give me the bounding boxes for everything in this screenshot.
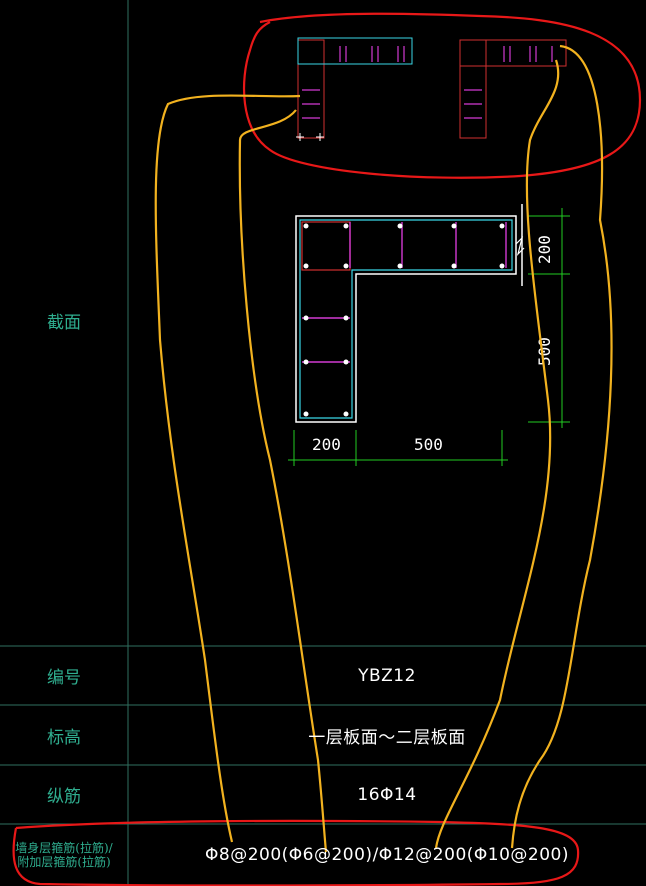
section-sketch-left (296, 37, 413, 141)
dim-right-vertical: 500 (535, 337, 554, 366)
row-label-elevation: 标高 (47, 727, 81, 748)
column-section (295, 204, 525, 423)
row-value-elevation: 一层板面～二层板面 (308, 727, 466, 748)
section-sketch-right (459, 39, 567, 139)
dim-bottom-right: 500 (414, 435, 443, 454)
stirrup-label-line2: 附加层箍筋(拉筋) (17, 855, 111, 869)
row-label-stirrups: 墙身层箍筋(拉筋)/ 附加层箍筋(拉筋) (0, 824, 128, 886)
stirrup-label-line1: 墙身层箍筋(拉筋)/ (15, 841, 113, 855)
section-label: 截面 (47, 312, 81, 333)
row-label-longitudinal-rebar: 纵筋 (47, 787, 81, 807)
dim-top-right-vertical: 200 (535, 235, 554, 264)
dim-bottom-left: 200 (312, 435, 341, 454)
row-value-number: YBZ12 (358, 665, 416, 686)
row-value-longitudinal-rebar: 16Φ14 (357, 784, 417, 805)
row-value-stirrups: Φ8@200(Φ6@200)/Φ12@200(Φ10@200) (205, 845, 569, 865)
dimension-lines (288, 208, 570, 466)
row-label-number: 编号 (47, 668, 81, 688)
